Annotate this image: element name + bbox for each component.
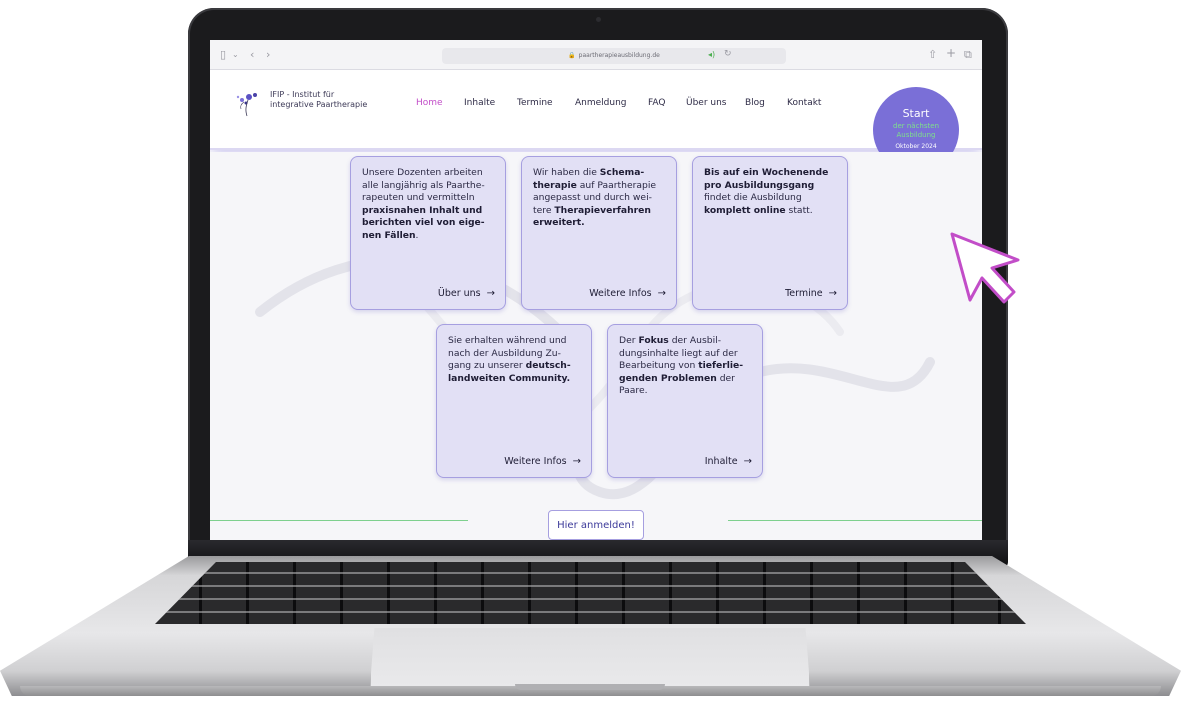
card-text: Bis auf ein Wochenende pro Ausbildungsga… <box>704 167 829 216</box>
card-link-label: Weitere Infos <box>589 288 652 299</box>
trackpad <box>370 628 810 686</box>
logo-line-2: integrative Paartherapie <box>270 100 368 109</box>
card-link-label: Über uns <box>437 288 481 299</box>
address-bar[interactable]: 🔒 paartherapieausbildung.de <box>442 48 786 64</box>
nav-home[interactable]: Home <box>416 98 443 108</box>
card-link-label: Termine <box>785 288 823 299</box>
divider-right <box>728 520 982 521</box>
card-link-weitere-infos[interactable]: Weitere Infos → <box>589 288 666 299</box>
start-badge-date: Oktober 2024 <box>895 143 937 150</box>
nav-termine[interactable]: Termine <box>517 98 553 108</box>
nav-kontakt[interactable]: Kontakt <box>787 98 821 108</box>
browser-toolbar: ▯ ⌄ ‹ › 🔒 paartherapieausbildung.de ◂) ↻ … <box>210 40 982 70</box>
card-text: Der Fokus der Ausbil-dungsinhalte liegt … <box>619 335 744 397</box>
logo-text[interactable]: IFIP - Institut für integrative Paarther… <box>270 90 400 110</box>
webcam <box>596 17 601 22</box>
tabs-icon[interactable]: ⧉ <box>964 49 972 60</box>
site-header: IFIP - Institut für integrative Paarther… <box>210 70 982 173</box>
info-card-schematherapie: Wir haben die Schema-therapie auf Paarth… <box>521 156 677 310</box>
arrow-right-icon: → <box>572 456 581 467</box>
card-text: Sie erhalten während und nach der Ausbil… <box>448 335 571 384</box>
lock-icon: 🔒 <box>568 52 576 59</box>
card-link-inhalte[interactable]: Inhalte → <box>705 456 752 467</box>
arrow-right-icon: → <box>657 288 666 299</box>
nav-faq[interactable]: FAQ <box>648 98 665 108</box>
lid-notch <box>515 684 665 690</box>
card-link-label: Weitere Infos <box>504 456 567 467</box>
info-card-community: Sie erhalten während und nach der Ausbil… <box>436 324 592 478</box>
card-text: Wir haben die Schema-therapie auf Paarth… <box>533 167 657 229</box>
chevron-back-icon[interactable]: ‹ <box>250 49 254 60</box>
reload-icon[interactable]: ↻ <box>724 49 732 60</box>
nav-anmeldung[interactable]: Anmeldung <box>575 98 627 108</box>
nav-blog[interactable]: Blog <box>745 98 765 108</box>
screen: ▯ ⌄ ‹ › 🔒 paartherapieausbildung.de ◂) ↻ … <box>210 40 982 540</box>
logo-icon[interactable] <box>232 88 262 118</box>
chevron-forward-icon[interactable]: › <box>266 49 270 60</box>
card-text: Unsere Dozenten arbeiten alle langjährig… <box>362 167 485 241</box>
info-card-fokus: Der Fokus der Ausbil-dungsinhalte liegt … <box>607 324 763 478</box>
logo-line-1: IFIP - Institut für <box>270 90 335 99</box>
start-badge-title: Start <box>902 107 930 120</box>
new-tab-icon[interactable]: + <box>946 47 956 59</box>
url-text: paartherapieausbildung.de <box>578 52 660 59</box>
chevron-down-icon[interactable]: ⌄ <box>232 49 239 60</box>
keyboard <box>155 562 1026 624</box>
info-card-online: Bis auf ein Wochenende pro Ausbildungsga… <box>692 156 848 310</box>
mouse-pointer-icon <box>950 232 1020 304</box>
arrow-right-icon: → <box>486 288 495 299</box>
audio-icon[interactable]: ◂) <box>708 49 715 60</box>
arrow-right-icon: → <box>743 456 752 467</box>
divider-left <box>210 520 468 521</box>
card-link-weitere-infos[interactable]: Weitere Infos → <box>504 456 581 467</box>
share-icon[interactable]: ⇧ <box>928 49 937 60</box>
nav-ueber-uns[interactable]: Über uns <box>686 98 727 108</box>
sidebar-icon[interactable]: ▯ <box>220 49 226 60</box>
card-link-ueber-uns[interactable]: Über uns → <box>438 288 495 299</box>
start-badge-line-2: der nächsten <box>893 122 939 130</box>
start-badge-line-3: Ausbildung <box>896 131 936 139</box>
register-button[interactable]: Hier anmelden! <box>548 510 644 540</box>
main-content: Unsere Dozenten arbeiten alle langjährig… <box>210 152 982 540</box>
nav-inhalte[interactable]: Inhalte <box>464 98 495 108</box>
card-link-label: Inhalte <box>704 456 738 467</box>
arrow-right-icon: → <box>828 288 837 299</box>
card-link-termine[interactable]: Termine → <box>785 288 837 299</box>
info-card-dozenten: Unsere Dozenten arbeiten alle langjährig… <box>350 156 506 310</box>
